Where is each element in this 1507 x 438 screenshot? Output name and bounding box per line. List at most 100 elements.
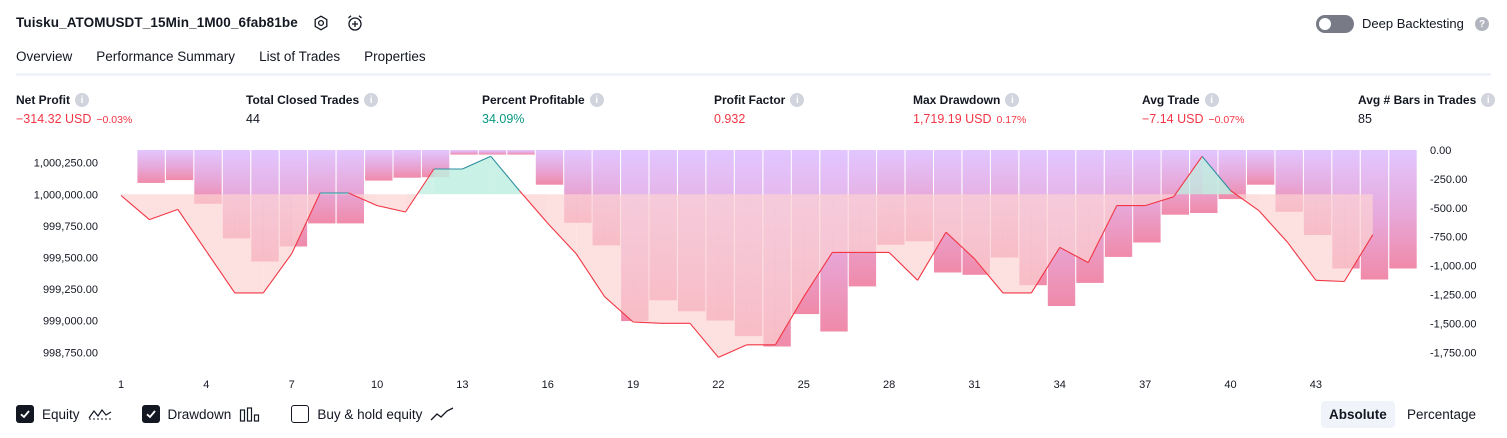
legend-label: Buy & hold equity [317,406,423,422]
x-axis-tick: 22 [712,379,724,391]
alert-add-icon[interactable] [345,13,365,33]
deep-backtesting-label: Deep Backtesting [1362,16,1464,31]
drawdown-bar [165,150,194,181]
tab-list-of-trades[interactable]: List of Trades [259,46,340,76]
info-icon[interactable]: i [589,93,604,107]
chart-legend: Equity Drawdown Buy & hold equity [16,404,484,424]
equity-line-icon [88,408,111,420]
tabs-divider [16,73,1491,76]
equity-fill-segment [604,194,634,322]
equity-fill-segment [633,194,662,324]
legend-label: Equity [42,406,80,422]
info-icon[interactable]: i [75,93,89,107]
metric-value: 1,719.19 USD [913,112,992,126]
metric-label: Avg Trade [1142,93,1200,107]
x-axis: 1 4 7 10 13 16 19 22 25 28 31 34 37 40 43 [118,379,1322,391]
right-axis-tick: -1,000.00 [1430,261,1476,273]
equity-fill-segment [1315,194,1345,282]
equity-fill-segment [889,194,918,281]
right-axis-tick: -1,750.00 [1430,347,1476,359]
equity-fill-segment [234,194,264,293]
metric-label: Profit Factor [714,93,786,107]
report-tabs: Overview Performance Summary List of Tra… [16,46,426,76]
right-axis-tick: -500.00 [1430,203,1467,215]
x-axis-tick: 1 [118,379,124,391]
x-axis-tick: 28 [883,379,895,391]
equity-fill-segment [547,194,577,254]
equity-fill-segment [860,194,890,253]
legend-drawdown[interactable]: Drawdown [141,405,262,423]
info-icon[interactable]: i [790,93,805,107]
metric-total-closed-trades: Total Closed Trades i 44 [246,93,379,126]
drawdown-bar [393,150,421,178]
right-axis: 0.00 -250.00 -500.00 -750.00 -1,000.00 -1,250… [1430,145,1476,359]
x-axis-tick: 37 [1139,379,1151,391]
buy-hold-checkbox[interactable] [291,405,310,423]
equity-fill-segment [1259,194,1288,243]
metric-max-drawdown: Max Drawdown i 1,719.19 USD 0.17% [913,93,1026,126]
x-axis-tick: 34 [1054,379,1066,391]
legend-equity[interactable]: Equity [16,405,112,423]
equity-fill-segment [177,194,207,252]
settings-icon[interactable] [311,13,331,33]
right-axis-tick: -250.00 [1430,174,1467,186]
deep-backtesting-toggle[interactable] [1316,15,1354,33]
x-axis-tick: 43 [1310,379,1322,391]
help-icon[interactable]: ? [1475,17,1489,31]
info-icon[interactable]: i [1005,93,1020,107]
drawdown-bar [507,150,535,155]
right-axis-tick: -750.00 [1430,232,1467,244]
right-axis-tick: 0.00 [1430,145,1451,157]
equity-fill-segment [462,156,491,195]
x-axis-tick: 13 [456,379,468,391]
info-icon[interactable]: i [1481,93,1496,107]
left-axis-tick: 999,000.00 [43,316,98,328]
equity-fill-segment [832,194,861,253]
left-axis-tick: 999,250.00 [43,284,98,296]
info-icon[interactable]: i [1204,93,1219,107]
equity-checkbox[interactable] [16,405,34,423]
x-axis-tick: 7 [289,379,295,391]
info-icon[interactable]: i [364,93,379,107]
strategy-header: Tuisku_ATOMUSDT_15Min_1M00_6fab81be Deep… [0,0,1507,46]
drawdown-checkbox[interactable] [141,405,160,423]
metric-percent: −0.07% [1208,114,1245,126]
equity-fill-segment [974,194,1003,293]
drawdown-bar [1389,150,1417,269]
x-axis-tick: 16 [542,379,554,391]
equity-fill-segment [433,169,463,195]
legend-label: Drawdown [167,406,232,422]
equity-drawdown-chart[interactable]: 1,000,250.00 1,000,000.00 999,750.00 999,50… [0,140,1507,398]
x-axis-tick: 19 [627,379,639,391]
legend-buy-hold-equity[interactable]: Buy & hold equity [291,405,454,423]
tab-performance-summary[interactable]: Performance Summary [96,46,235,76]
left-axis: 1,000,250.00 1,000,000.00 999,750.00 999,50… [34,158,98,360]
metric-label: Net Profit [16,93,70,107]
left-axis-tick: 999,750.00 [43,221,98,233]
right-axis-tick: -1,250.00 [1430,290,1476,302]
metric-percent: −0.03% [96,114,133,126]
absolute-toggle[interactable]: Absolute [1321,401,1395,428]
metric-percent-profitable: Percent Profitable i 34.09% [482,93,604,126]
metric-value: 44 [246,112,260,126]
drawdown-bar [365,150,393,181]
drawdown-bar [137,150,165,183]
metric-net-profit: Net Profit i −314.32 USD −0.03% [16,93,132,126]
toggle-knob [1319,18,1331,30]
metrics-row: Net Profit i −314.32 USD −0.03% Total Clos… [0,93,1507,133]
tab-overview[interactable]: Overview [16,46,73,76]
metric-label: Total Closed Trades [246,93,360,107]
percentage-toggle[interactable]: Percentage [1399,401,1484,428]
left-axis-tick: 998,750.00 [43,347,98,359]
equity-fill-segment [206,194,235,293]
drawdown-bars-icon [240,407,260,422]
equity-fill-segment [1002,194,1032,293]
metric-value: 0.932 [714,112,746,126]
left-axis-tick: 1,000,000.00 [34,189,98,201]
metric-label: Max Drawdown [913,93,1001,107]
drawdown-bar [535,150,564,185]
drawdown-bar [336,150,364,224]
metric-percent: 0.17% [996,114,1027,126]
tab-properties[interactable]: Properties [364,46,426,76]
equity-fill-segment [661,194,690,324]
